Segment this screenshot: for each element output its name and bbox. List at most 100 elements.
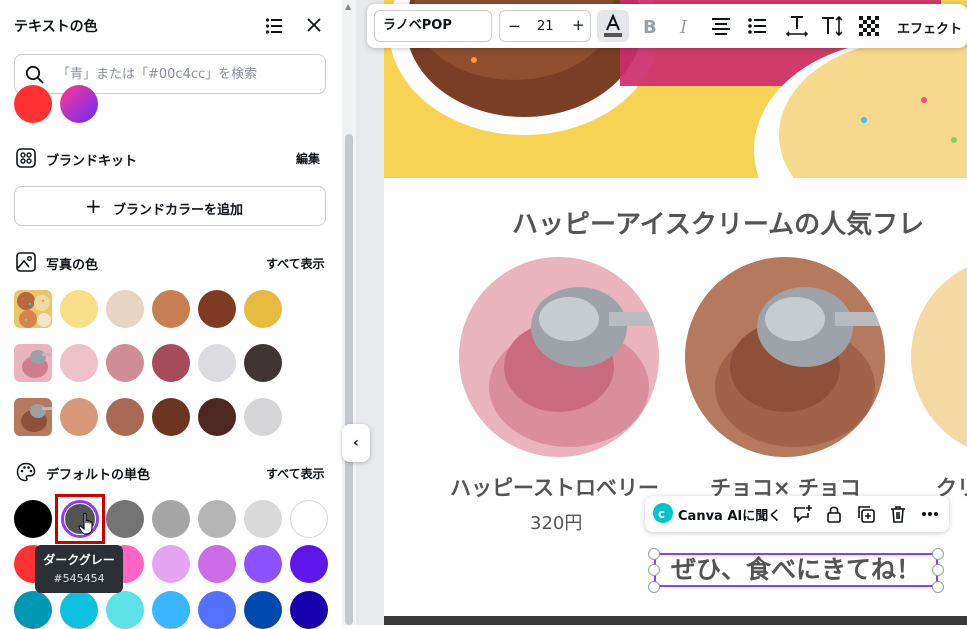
photo-colors-title: 写真の色 — [46, 258, 99, 273]
font-size-increase-button[interactable]: + — [572, 16, 585, 34]
search-icon — [25, 65, 44, 84]
default-color-navy[interactable] — [290, 591, 328, 629]
strawberry-ice-cream-photo[interactable] — [459, 257, 659, 457]
text-color-panel: テキストの色 ブランドキット 編集 + ブランドカラーを追加 写真の色 すべて表… — [0, 0, 342, 629]
resize-handle-left[interactable] — [648, 564, 660, 576]
vanilla-ice-cream-photo[interactable] — [911, 257, 967, 457]
text-color-icon — [604, 13, 622, 37]
default-color-blue[interactable] — [198, 591, 236, 629]
resize-handle-right[interactable] — [932, 564, 944, 576]
color-search-input[interactable] — [57, 64, 317, 84]
photo-thumbnail-strawberry[interactable] — [14, 344, 52, 382]
photo-color-swatch[interactable] — [106, 398, 144, 436]
duplicate-icon[interactable] — [856, 504, 876, 524]
font-size-control: − 21 + — [499, 10, 591, 42]
collapse-panel-button[interactable]: ‹ — [342, 424, 370, 462]
bullet-list-icon[interactable] — [743, 12, 771, 40]
transparency-icon[interactable] — [855, 12, 883, 40]
selected-text-box[interactable]: ぜひ、食べにきてね！ — [654, 553, 938, 587]
brand-kit-title: ブランドキット — [46, 154, 138, 169]
photo-color-swatch[interactable] — [60, 398, 98, 436]
tooltip-color-hex: #545454 — [53, 572, 105, 585]
default-color-light-gray[interactable] — [198, 500, 236, 538]
photo-icon — [16, 252, 36, 272]
svg-text:c: c — [658, 507, 665, 521]
photo-color-swatch[interactable] — [244, 344, 282, 382]
resize-handle-top-right[interactable] — [932, 548, 944, 560]
align-center-icon[interactable] — [707, 12, 735, 40]
more-options-icon[interactable] — [920, 504, 940, 524]
scroll-up-arrow-icon[interactable]: ▲ — [345, 2, 351, 11]
default-color-cyan[interactable] — [60, 591, 98, 629]
photo-colors-see-all[interactable]: すべて表示 — [266, 255, 325, 272]
photo-color-swatch[interactable] — [244, 398, 282, 436]
brand-kit-edit-link[interactable]: 編集 — [296, 150, 320, 167]
list-view-icon[interactable] — [265, 17, 283, 35]
selected-text-content[interactable]: ぜひ、食べにきてね！ — [656, 555, 936, 585]
canva-ai-icon[interactable]: c — [653, 503, 673, 523]
plus-icon: + — [85, 194, 102, 218]
default-color-mid-gray[interactable] — [152, 500, 190, 538]
photo-color-swatch[interactable] — [198, 290, 236, 328]
close-icon[interactable] — [306, 17, 322, 33]
photo-color-swatch[interactable] — [152, 344, 190, 382]
photo-color-swatch[interactable] — [152, 290, 190, 328]
default-color-orchid[interactable] — [198, 545, 236, 583]
photo-color-swatch[interactable] — [244, 290, 282, 328]
flavor-name-strawberry[interactable]: ハッピーストロベリー — [450, 472, 659, 502]
resize-handle-top-left[interactable] — [648, 548, 660, 560]
photo-color-swatch[interactable] — [106, 344, 144, 382]
default-color-teal[interactable] — [14, 591, 52, 629]
chocolate-ice-cream-photo[interactable] — [685, 257, 885, 457]
effects-button[interactable]: エフェクト — [897, 18, 962, 37]
text-color-button[interactable] — [597, 10, 629, 42]
font-family-dropdown[interactable]: ラノベPOP — [374, 10, 492, 42]
color-swatch-gradient[interactable] — [60, 85, 98, 123]
default-colors-see-all[interactable]: すべて表示 — [266, 465, 325, 482]
font-size-decrease-button[interactable]: − — [508, 17, 521, 35]
add-brand-color-label: ブランドカラーを追加 — [113, 203, 244, 218]
add-brand-color-button[interactable]: + ブランドカラーを追加 — [14, 186, 326, 226]
font-size-value[interactable]: 21 — [537, 19, 554, 34]
photo-thumbnail-chocolate[interactable] — [14, 398, 52, 436]
default-color-gray[interactable] — [106, 500, 144, 538]
panel-title: テキストの色 — [14, 19, 98, 35]
svg-text:B: B — [643, 17, 657, 38]
chevron-left-icon: ‹ — [353, 435, 359, 451]
canvas-heading[interactable]: ハッピーアイスクリームの人気フレ — [512, 204, 924, 241]
bold-icon[interactable]: B — [635, 12, 663, 40]
default-color-lilac[interactable] — [152, 545, 190, 583]
photo-color-swatch[interactable] — [60, 290, 98, 328]
default-color-white[interactable] — [290, 500, 328, 538]
color-search-box[interactable] — [14, 54, 326, 94]
default-color-sky-blue[interactable] — [152, 591, 190, 629]
italic-icon[interactable]: I — [671, 12, 699, 40]
default-color-black[interactable] — [14, 500, 52, 538]
photo-color-swatch[interactable] — [106, 290, 144, 328]
ask-canva-ai-button[interactable]: Canva AIに聞く — [678, 505, 781, 524]
hand-pointer-cursor-icon — [78, 512, 93, 535]
lock-icon[interactable] — [824, 504, 844, 524]
default-color-lighter-gray[interactable] — [244, 500, 282, 538]
panel-scrollbar-thumb[interactable] — [345, 134, 353, 625]
default-color-turquoise[interactable] — [106, 591, 144, 629]
flavor-price-strawberry[interactable]: 320円 — [530, 509, 582, 535]
photo-color-swatch[interactable] — [198, 344, 236, 382]
add-comment-icon[interactable] — [792, 504, 812, 524]
color-tooltip: ダークグレー #545454 — [35, 545, 123, 593]
photo-thumbnail-toppings[interactable] — [14, 290, 52, 328]
palette-icon — [16, 462, 36, 482]
color-swatch-red[interactable] — [14, 85, 52, 123]
photo-color-swatch[interactable] — [152, 398, 190, 436]
default-color-purple[interactable] — [290, 545, 328, 583]
photo-color-swatch[interactable] — [60, 344, 98, 382]
trash-icon[interactable] — [888, 504, 908, 524]
letter-spacing-icon[interactable] — [783, 12, 811, 40]
photo-color-swatch[interactable] — [198, 398, 236, 436]
svg-text:I: I — [679, 17, 688, 38]
resize-handle-bottom-right[interactable] — [932, 581, 944, 593]
default-color-violet[interactable] — [244, 545, 282, 583]
default-color-royal-blue[interactable] — [244, 591, 282, 629]
text-direction-icon[interactable] — [819, 12, 847, 40]
resize-handle-bottom-left[interactable] — [648, 581, 660, 593]
